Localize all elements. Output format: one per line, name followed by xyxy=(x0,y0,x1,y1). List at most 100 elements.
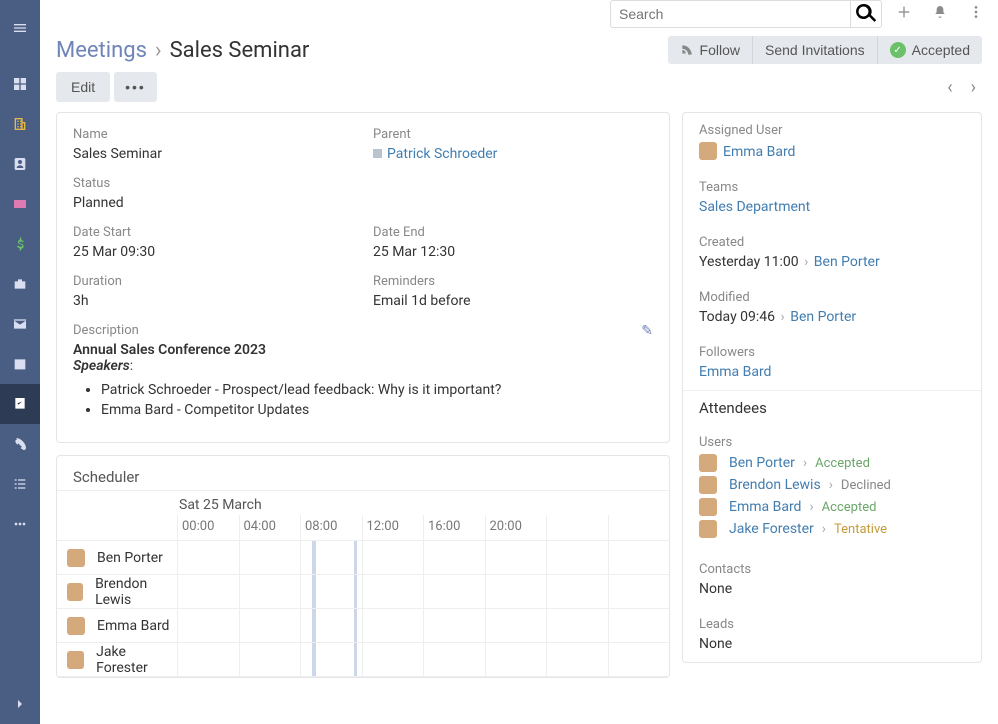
created-by-link[interactable]: Ben Porter xyxy=(814,254,880,270)
scheduler-day: Sat 25 March xyxy=(177,491,669,515)
contacts-value: None xyxy=(699,581,965,597)
create-icon[interactable] xyxy=(890,4,918,24)
details-card: Name Sales Seminar Parent Patrick Schroe… xyxy=(56,112,670,443)
attendee-status: Accepted xyxy=(815,456,870,471)
tasks-icon[interactable] xyxy=(0,464,40,504)
scheduler-card: Scheduler Sat 25 March 00:00 04:00 08:00… xyxy=(56,455,670,678)
time-col: 20:00 xyxy=(485,515,547,540)
notifications-icon[interactable] xyxy=(926,4,954,24)
attendee-row: Brendon Lewis›Declined xyxy=(699,476,965,494)
parent-label: Parent xyxy=(373,127,653,142)
cases-icon[interactable] xyxy=(0,264,40,304)
list-item: Emma Bard - Competitor Updates xyxy=(101,402,653,418)
status-label: Status xyxy=(73,176,353,191)
attendee-row: Ben Porter›Accepted xyxy=(699,454,965,472)
email-icon[interactable] xyxy=(0,304,40,344)
created-label: Created xyxy=(699,235,965,250)
attendee-row: Jake Forester›Tentative xyxy=(699,520,965,538)
menu-icon[interactable] xyxy=(0,8,40,48)
search-input[interactable] xyxy=(610,0,850,28)
name-label: Name xyxy=(73,127,353,142)
accepted-button[interactable]: ✓ Accepted xyxy=(877,36,982,64)
avatar xyxy=(699,520,717,538)
search-button[interactable] xyxy=(850,0,882,28)
breadcrumb: Meetings › Sales Seminar xyxy=(56,38,309,63)
status-value: Planned xyxy=(73,195,353,211)
team-link[interactable]: Sales Department xyxy=(699,199,810,215)
description-title: Annual Sales Conference 2023 xyxy=(73,342,653,358)
card-icon[interactable] xyxy=(0,184,40,224)
time-col: 16:00 xyxy=(423,515,485,540)
followers-label: Followers xyxy=(699,345,965,360)
scheduler-row: Jake Forester xyxy=(57,643,669,677)
overflow-icon[interactable] xyxy=(962,4,990,24)
check-icon: ✓ xyxy=(890,42,906,58)
edit-button[interactable]: Edit xyxy=(56,72,110,102)
modified-by-link[interactable]: Ben Porter xyxy=(790,309,856,325)
attendee-status: Accepted xyxy=(822,500,877,515)
expand-icon[interactable] xyxy=(0,684,40,724)
scheduler-row: Emma Bard xyxy=(57,609,669,643)
description-label: Description xyxy=(73,323,653,338)
meetings-icon[interactable] xyxy=(0,384,40,424)
prev-record-button[interactable]: ‹ xyxy=(941,73,958,102)
opportunities-icon[interactable] xyxy=(0,224,40,264)
contacts-label: Contacts xyxy=(699,562,965,577)
created-text: Yesterday 11:00 xyxy=(699,254,799,270)
time-col: 04:00 xyxy=(239,515,301,540)
sidebar xyxy=(0,0,40,724)
date-end-value: 25 Mar 12:30 xyxy=(373,244,653,260)
duration-value: 3h xyxy=(73,293,353,309)
avatar xyxy=(67,549,85,567)
avatar xyxy=(67,583,83,601)
more-button[interactable]: ••• xyxy=(114,72,157,102)
assigned-user-label: Assigned User xyxy=(699,123,965,138)
modified-label: Modified xyxy=(699,290,965,305)
teams-label: Teams xyxy=(699,180,965,195)
scheduler-row: Brendon Lewis xyxy=(57,575,669,609)
attendees-title: Attendees xyxy=(683,390,981,425)
avatar xyxy=(699,498,717,516)
attendee-link[interactable]: Jake Forester xyxy=(729,521,814,537)
list-item: Patrick Schroeder - Prospect/lead feedba… xyxy=(101,382,653,398)
attendee-link[interactable]: Ben Porter xyxy=(729,455,795,471)
avatar xyxy=(699,476,717,494)
send-invitations-button[interactable]: Send Invitations xyxy=(752,36,877,64)
dashboard-icon[interactable] xyxy=(0,64,40,104)
time-col: 12:00 xyxy=(362,515,424,540)
duration-label: Duration xyxy=(73,274,353,289)
date-start-value: 25 Mar 09:30 xyxy=(73,244,353,260)
leads-label: Leads xyxy=(699,617,965,632)
attendee-row: Emma Bard›Accepted xyxy=(699,498,965,516)
reminders-label: Reminders xyxy=(373,274,653,289)
avatar xyxy=(67,651,84,669)
edit-description-icon[interactable]: ✎ xyxy=(641,323,653,339)
attendee-link[interactable]: Brendon Lewis xyxy=(729,477,821,493)
avatar xyxy=(699,142,717,160)
avatar xyxy=(67,617,85,635)
calendar-icon[interactable] xyxy=(0,344,40,384)
breadcrumb-sep: › xyxy=(155,38,162,63)
page-title: Sales Seminar xyxy=(170,38,310,63)
parent-value[interactable]: Patrick Schroeder xyxy=(373,146,653,162)
accounts-icon[interactable] xyxy=(0,104,40,144)
contacts-icon[interactable] xyxy=(0,144,40,184)
follower-link[interactable]: Emma Bard xyxy=(699,364,771,380)
follow-button[interactable]: Follow xyxy=(668,36,752,64)
modified-text: Today 09:46 xyxy=(699,309,775,325)
breadcrumb-parent[interactable]: Meetings xyxy=(56,38,147,63)
time-col: 08:00 xyxy=(300,515,362,540)
calls-icon[interactable] xyxy=(0,424,40,464)
scheduler-row: Ben Porter xyxy=(57,541,669,575)
assigned-user-link[interactable]: Emma Bard xyxy=(723,144,795,160)
leads-value: None xyxy=(699,636,965,652)
date-end-label: Date End xyxy=(373,225,653,240)
next-record-button[interactable]: › xyxy=(965,73,982,102)
speakers-heading: Speakers xyxy=(73,358,130,374)
attendee-status: Tentative xyxy=(834,522,887,537)
speakers-list: Patrick Schroeder - Prospect/lead feedba… xyxy=(73,382,653,418)
date-start-label: Date Start xyxy=(73,225,353,240)
reminders-value: Email 1d before xyxy=(373,293,653,309)
more-apps-icon[interactable] xyxy=(0,504,40,544)
attendee-link[interactable]: Emma Bard xyxy=(729,499,801,515)
